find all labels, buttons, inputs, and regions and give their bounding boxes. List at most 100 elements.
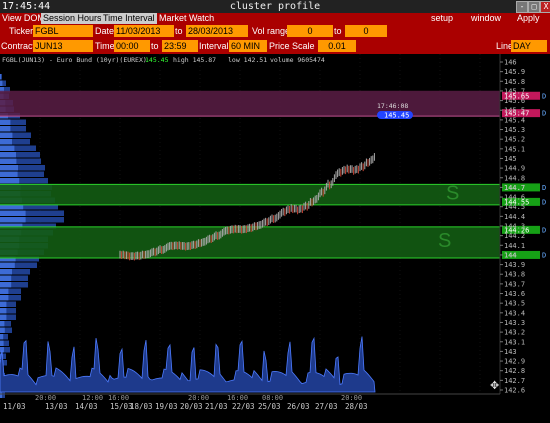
- volume-profile-bar-core: [0, 132, 13, 138]
- price-tick-label: 144: [504, 251, 517, 259]
- volume-profile-bar-core: [0, 74, 1, 80]
- price-tick-label: 144.5: [504, 203, 525, 211]
- price-tick-label: 145.3: [504, 126, 525, 134]
- price-scale-field[interactable]: 0.01: [318, 40, 356, 52]
- cluster-chart[interactable]: SS145.65 D145.47 D145.4517:46:08144.7 D144.…: [0, 54, 550, 423]
- window-title: cluster profile: [229, 1, 321, 12]
- price-tick-label: 145.9: [504, 68, 525, 76]
- price-tick-label: 144.7: [504, 184, 525, 192]
- price-tick-label: 145.2: [504, 136, 525, 144]
- volume-profile-bar-core: [0, 275, 12, 281]
- time-to-label: to: [151, 41, 159, 51]
- tab-session-hours[interactable]: Session Hours: [41, 13, 104, 24]
- price-tick-label: 146: [504, 59, 517, 67]
- close-button[interactable]: X: [540, 1, 550, 13]
- last-price-label: 145.45: [384, 112, 409, 120]
- interval-label: Interval: [199, 41, 229, 51]
- volume-profile-bar-core: [0, 139, 12, 145]
- volume-profile-bar-core: [0, 152, 16, 158]
- date-tick-label: 18/03: [130, 402, 153, 411]
- minimize-button[interactable]: -: [516, 1, 528, 13]
- control-row-1: Ticker FGBL Date 11/03/2013 to 28/03/201…: [0, 24, 550, 39]
- volume-profile-bar-core: [0, 340, 4, 346]
- price-tick-label: 144.2: [504, 232, 525, 240]
- volume-profile-bar-core: [0, 210, 26, 216]
- date-to-label: to: [175, 26, 183, 36]
- time-tick-label: 20:00: [341, 394, 362, 402]
- level-tag-label: D: [542, 92, 546, 100]
- time-to-field[interactable]: 23:59: [162, 40, 198, 52]
- time-tick-label: 16:00: [108, 394, 129, 402]
- price-tick-label: 143.9: [504, 261, 525, 269]
- chart-low: low 142.51: [228, 56, 267, 64]
- volume-profile-bar-core: [0, 119, 11, 125]
- volume-profile-bar-core: [0, 145, 15, 151]
- line-select[interactable]: DAY: [511, 40, 547, 52]
- time-tick-label: 12:00: [82, 394, 103, 402]
- contract-field[interactable]: JUN13: [33, 40, 93, 52]
- price-tick-label: 143: [504, 348, 517, 356]
- price-tick-label: 144.6: [504, 194, 525, 202]
- date-tick-label: 19/03: [155, 402, 178, 411]
- window-menu[interactable]: window: [471, 13, 501, 24]
- time-from-field[interactable]: 00:00: [114, 40, 150, 52]
- volume-profile-bar-core: [0, 308, 7, 314]
- maximize-button[interactable]: □: [528, 1, 540, 13]
- control-row-2: Contract JUN13 Time 00:00 to 23:59 Inter…: [0, 39, 550, 54]
- date-tick-label: 26/03: [287, 402, 310, 411]
- date-tick-label: 20/03: [180, 402, 203, 411]
- price-tick-label: 142.9: [504, 358, 525, 366]
- tab-market-watch[interactable]: Market Watch: [157, 13, 216, 24]
- price-tick-label: 143.2: [504, 329, 525, 337]
- chart-instrument-name: FGBL(JUN13) - Euro Bund (10yr)(EUREX): [2, 56, 147, 64]
- volume-profile-bar-core: [0, 301, 7, 307]
- volume-profile-bar-core: [0, 158, 17, 164]
- price-tick-label: 142.7: [504, 377, 525, 385]
- date-tick-label: 14/03: [75, 402, 98, 411]
- price-tick-label: 143.6: [504, 290, 525, 298]
- vol-to-label: to: [334, 26, 342, 36]
- chart-high: high 145.87: [173, 56, 216, 64]
- price-scale-label: Price Scale: [269, 41, 315, 51]
- price-tick-label: 144.4: [504, 213, 525, 221]
- volume-profile-bar-core: [0, 269, 12, 275]
- menu-bar: View DOM Session Hours Time Interval Mar…: [0, 13, 550, 24]
- crosshair-icon: ✥: [490, 379, 499, 392]
- volume-profile-bar-core: [0, 165, 18, 171]
- date-to-field[interactable]: 28/03/2013: [186, 25, 248, 37]
- volume-profile-bar-core: [0, 171, 18, 177]
- volume-profile-bar-core: [0, 126, 11, 132]
- volume-profile-bar-core: [0, 288, 9, 294]
- time-tick-label: 20:00: [188, 394, 209, 402]
- volume-profile-bar-core: [0, 295, 9, 301]
- setup-menu[interactable]: setup: [431, 13, 453, 24]
- level-tag-label: D: [542, 184, 546, 192]
- price-tick-label: 143.5: [504, 300, 525, 308]
- date-tick-label: 13/03: [45, 402, 68, 411]
- date-label: Date: [95, 26, 115, 36]
- chart-last-price: 145.45: [145, 56, 169, 64]
- tab-time-interval[interactable]: Time Interval: [101, 13, 157, 24]
- tab-view-dom[interactable]: View DOM: [0, 13, 47, 24]
- level-tag-label: D: [542, 198, 546, 206]
- price-tick-label: 145.6: [504, 97, 525, 105]
- level-tag-label: D: [542, 110, 546, 118]
- price-tick-label: 144.3: [504, 223, 525, 231]
- date-tick-label: 22/03: [232, 402, 255, 411]
- vol-from-field[interactable]: 0: [287, 25, 333, 37]
- contract-label: Contract: [1, 41, 36, 51]
- ticker-field[interactable]: FGBL: [33, 25, 93, 37]
- date-from-field[interactable]: 11/03/2013: [114, 25, 174, 37]
- interval-field[interactable]: 60 MIN: [229, 40, 267, 52]
- chart-volume: volume 9605474: [270, 56, 325, 64]
- zone-label: S: [446, 182, 459, 204]
- resistance-zone: [0, 90, 500, 117]
- time-tick-label: 20:00: [35, 394, 56, 402]
- title-bar: 17:45:44 cluster profile - □ X: [0, 0, 550, 14]
- volume-profile-bar-core: [0, 80, 3, 86]
- volume-profile-bar-core: [0, 282, 12, 288]
- level-tag-label: D: [542, 226, 546, 234]
- zone-label: S: [438, 230, 451, 252]
- vol-to-field[interactable]: 0: [345, 25, 387, 37]
- apply-button[interactable]: Apply: [517, 13, 540, 24]
